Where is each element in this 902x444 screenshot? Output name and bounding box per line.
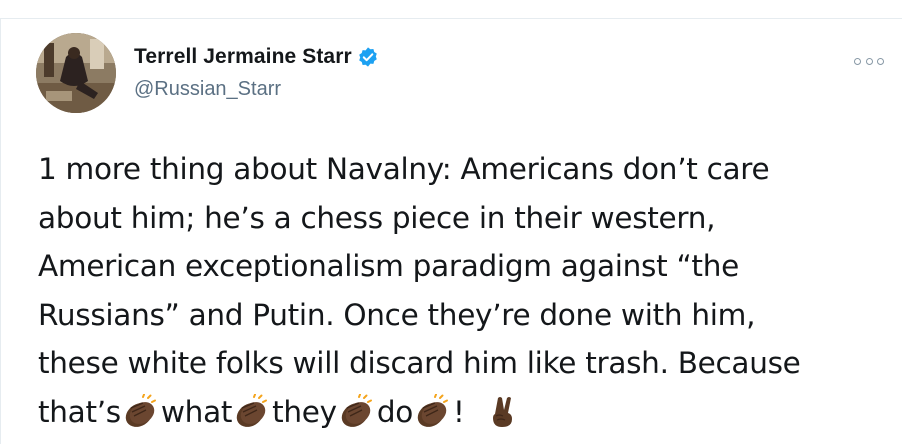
tweet-text: 1 more thing about Navalny: Americans do… <box>38 145 888 436</box>
tweet-text-line: Russians” and Putin. Once they’re done w… <box>38 297 756 332</box>
tweet-text-line: American exceptionalism paradigm against… <box>38 249 739 283</box>
word: what <box>160 394 233 429</box>
word: that’s <box>38 394 121 429</box>
word: ! <box>453 394 465 429</box>
word: do <box>376 394 413 429</box>
clapping-hands-icon <box>337 393 377 428</box>
tweet-card[interactable]: Terrell Jermaine Starr @Russian_Starr 1 … <box>0 19 902 444</box>
tweet-text-line: these white folks will discard him like … <box>38 346 801 380</box>
tweet-text-line: 1 more thing about Navalny: Americans do… <box>38 152 770 186</box>
victory-hand-icon <box>483 394 523 428</box>
author-name-row: Terrell Jermaine Starr <box>134 44 379 70</box>
display-name[interactable]: Terrell Jermaine Starr <box>134 45 352 69</box>
author-handle[interactable]: @Russian_Starr <box>134 78 281 101</box>
more-dot-icon <box>865 57 873 65</box>
tweet-text-last-line: that’s what they do! <box>38 388 888 437</box>
verified-badge-icon <box>357 46 379 68</box>
word: they <box>272 394 337 429</box>
clapping-hands-icon <box>413 393 453 428</box>
clapping-hands-icon <box>232 393 272 428</box>
more-options-icon[interactable] <box>854 53 884 69</box>
tweet-text-line: about him; he’s a chess piece in their w… <box>38 200 716 235</box>
more-dot-icon <box>854 57 861 65</box>
avatar[interactable] <box>36 33 116 113</box>
clapping-hands-icon <box>121 393 161 428</box>
more-dot-icon <box>877 57 884 65</box>
